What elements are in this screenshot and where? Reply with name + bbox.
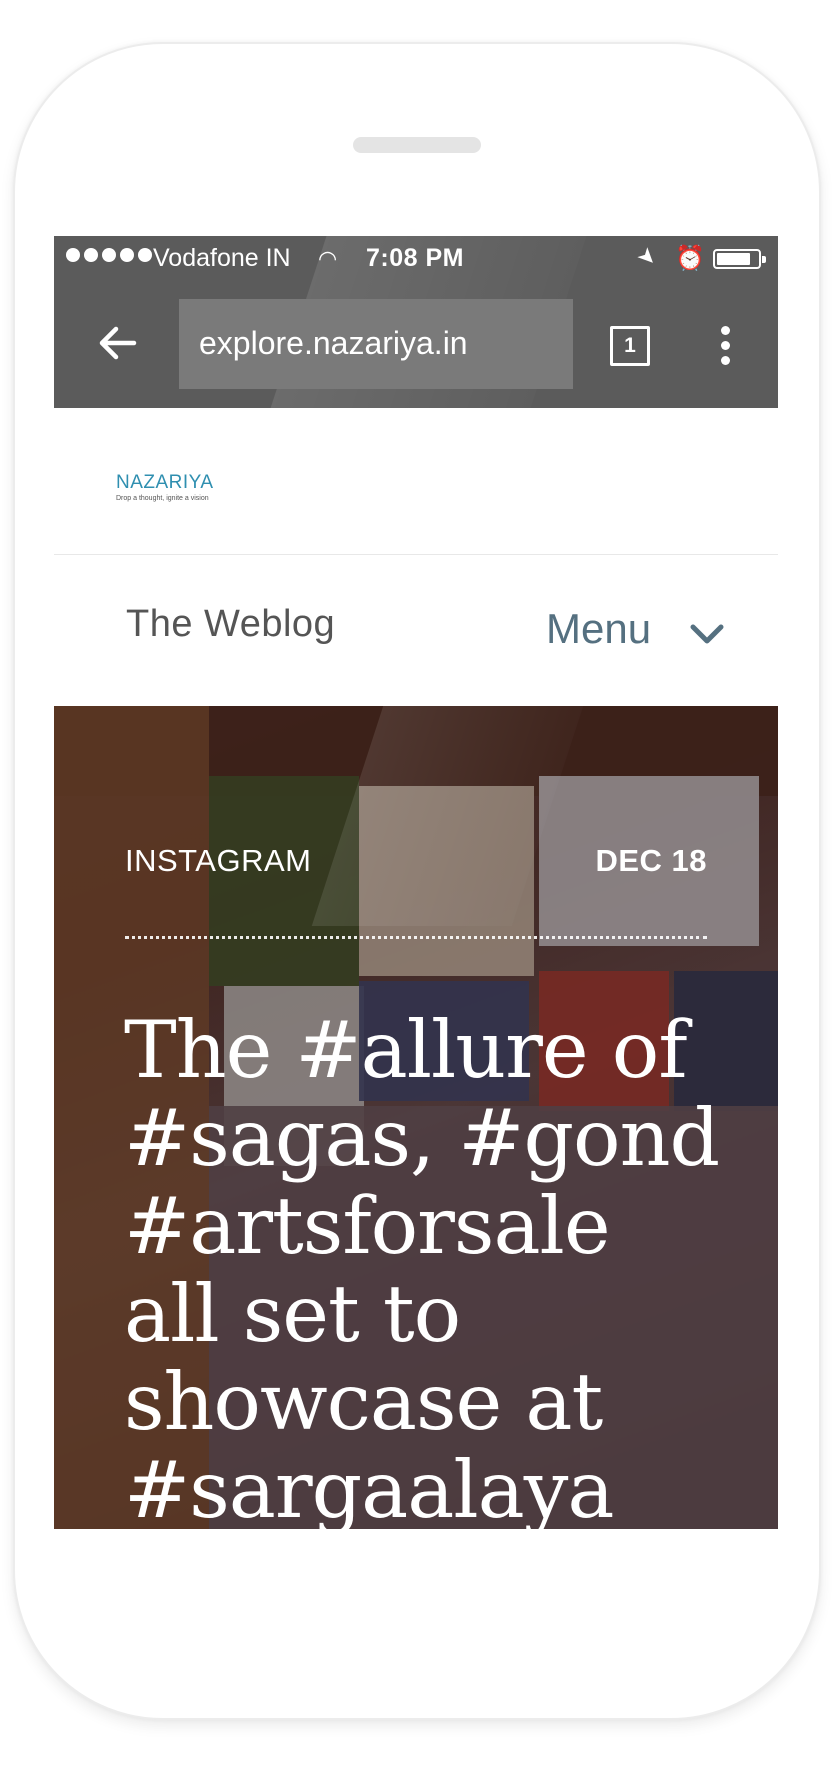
alarm-icon: ⏰ — [675, 245, 705, 272]
address-bar[interactable]: explore.nazariya.in — [179, 299, 573, 389]
signal-icon — [66, 248, 152, 262]
wifi-icon: ◠ — [318, 246, 338, 271]
phone-screen: Vodafone IN ◠ 7:08 PM ➤ ⏰ explore.nazari… — [54, 236, 778, 1529]
overflow-menu-icon[interactable] — [720, 326, 730, 366]
tabs-icon[interactable]: 1 — [610, 326, 650, 366]
post-category[interactable]: INSTAGRAM — [125, 843, 312, 879]
post-title[interactable]: The #allure of #sagas, #gond #artsforsal… — [124, 1006, 724, 1529]
url-text[interactable]: explore.nazariya.in — [199, 325, 468, 362]
post-date: DEC 18 — [595, 843, 707, 878]
dotted-divider — [125, 936, 707, 939]
battery-icon — [713, 249, 766, 269]
featured-post-card[interactable]: INSTAGRAM DEC 18 The #allure of #sagas, … — [54, 706, 778, 1529]
site-logo[interactable]: NAZARIYA Drop a thought, ignite a vision — [116, 472, 214, 502]
phone-speaker — [353, 137, 481, 153]
browser-toolbar: Vodafone IN ◠ 7:08 PM ➤ ⏰ explore.nazari… — [54, 236, 778, 408]
blog-navbar: The Weblog Menu — [54, 555, 778, 706]
blog-title[interactable]: The Weblog — [126, 603, 335, 646]
logo-name: NAZARIYA — [116, 472, 214, 493]
menu-button[interactable]: Menu — [546, 605, 651, 653]
status-bar: Vodafone IN ◠ 7:08 PM ➤ ⏰ — [54, 236, 778, 280]
location-icon: ➤ — [632, 241, 663, 273]
logo-tagline: Drop a thought, ignite a vision — [116, 495, 209, 502]
back-arrow-icon[interactable] — [96, 321, 140, 365]
chevron-down-icon[interactable] — [689, 623, 725, 645]
status-time: 7:08 PM — [366, 244, 464, 272]
carrier-name: Vodafone IN — [153, 244, 291, 272]
site-header: NAZARIYA Drop a thought, ignite a vision — [54, 408, 778, 555]
